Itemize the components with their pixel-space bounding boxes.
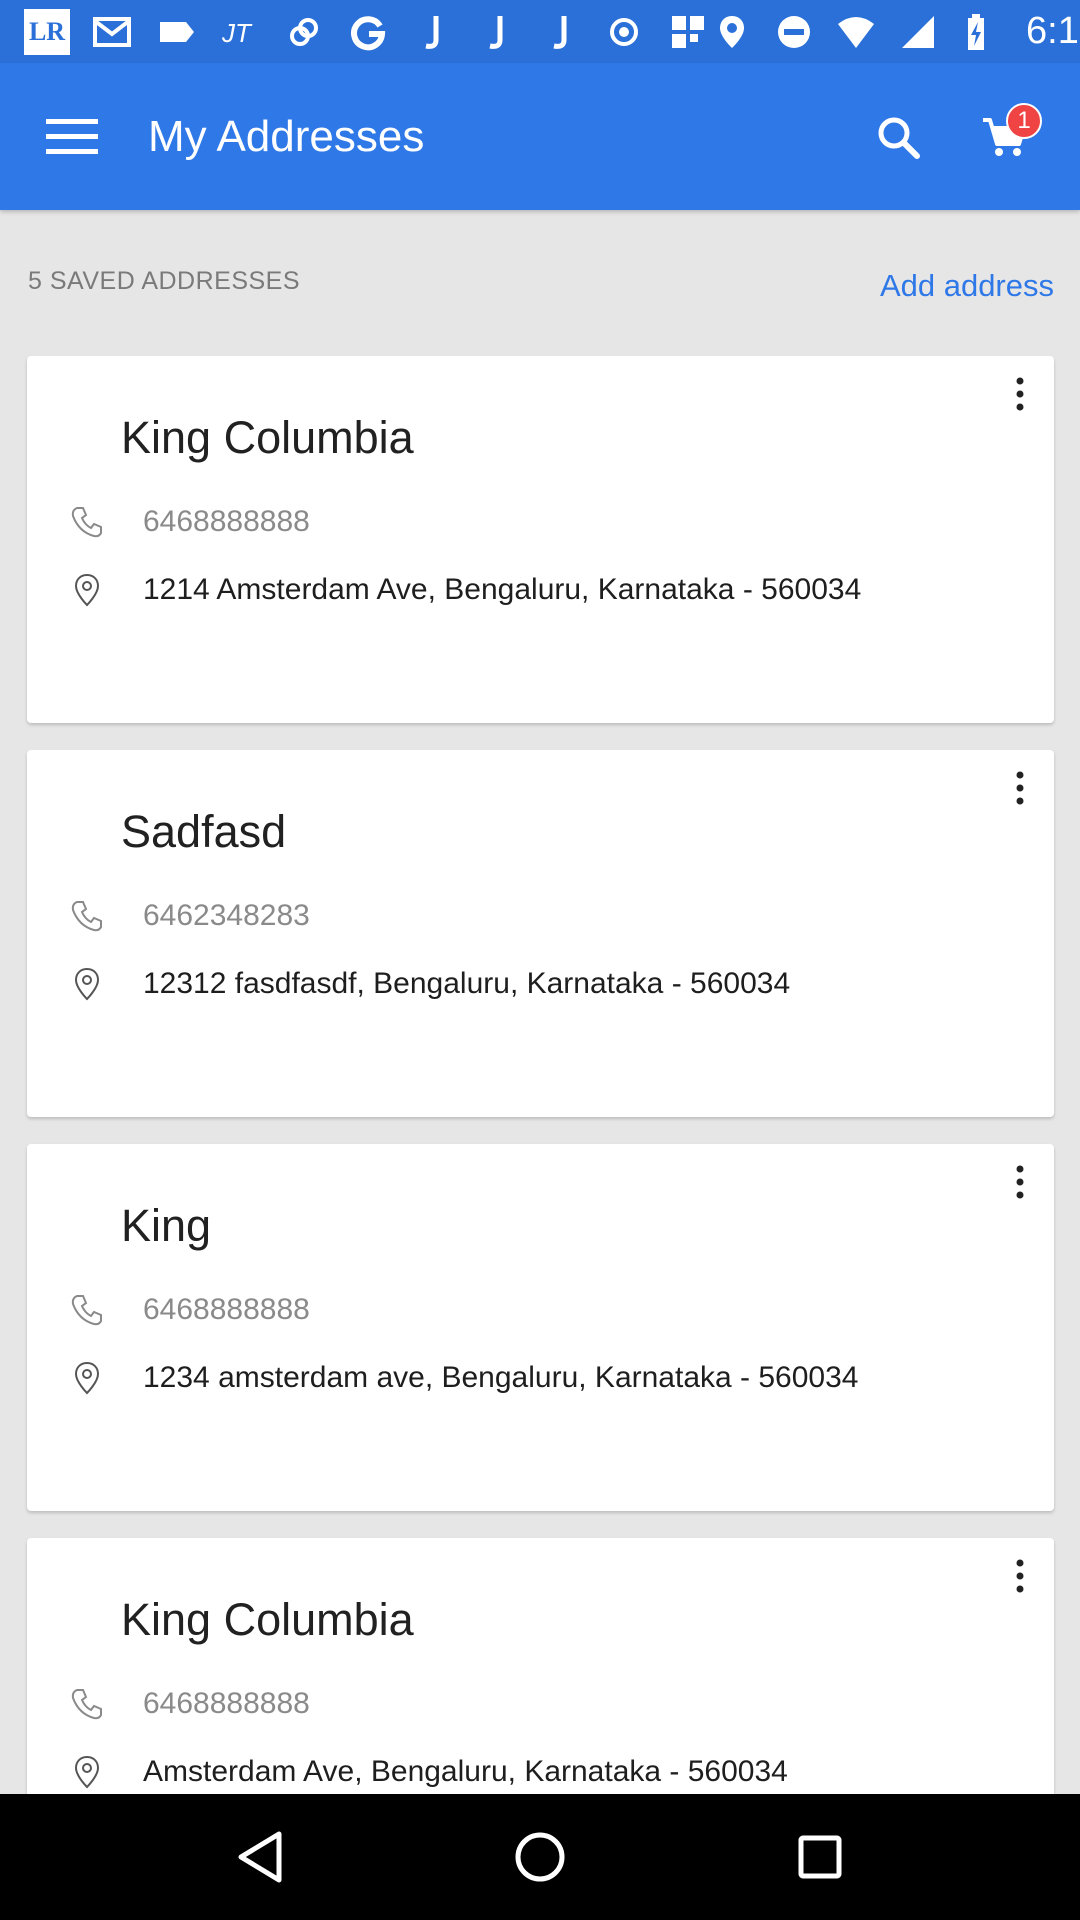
gmail-icon [90, 10, 134, 54]
addresses-header: 5 SAVED ADDRESSES Add address [0, 210, 1080, 356]
address-text: 12312 fasdfasdf, Bengaluru, Karnataka - … [143, 967, 791, 1000]
svg-text:JT: JT [221, 18, 253, 48]
location-pin-icon [67, 570, 107, 610]
card-overflow-menu-button[interactable] [996, 1548, 1044, 1604]
system-icons: 6:10 [710, 10, 1080, 54]
grid-icon [666, 10, 710, 54]
recents-icon [798, 1835, 842, 1879]
location-pin-icon [67, 964, 107, 1004]
location-icon [710, 10, 754, 54]
recents-button[interactable] [770, 1807, 870, 1907]
wifi-icon [834, 10, 878, 54]
jt-icon: JT [218, 10, 262, 54]
more-vertical-icon [1016, 771, 1024, 805]
record-icon [602, 10, 646, 54]
do-not-disturb-icon [772, 10, 816, 54]
card-overflow-menu-button[interactable] [996, 1154, 1044, 1210]
card-overflow-menu-button[interactable] [996, 366, 1044, 422]
address-phone: 6468888888 [143, 1687, 310, 1720]
lr-app-icon: LR [24, 8, 70, 55]
card-overflow-menu-button[interactable] [996, 760, 1044, 816]
app-bar: My Addresses 1 [0, 63, 1080, 210]
status-bar: LR JT 6:1 [0, 0, 1080, 63]
signal-icon [896, 10, 940, 54]
address-card[interactable]: King 6468888888 1234 amsterdam ave, Beng… [27, 1144, 1054, 1511]
address-text: 1234 amsterdam ave, Bengaluru, Karnataka… [143, 1361, 859, 1394]
address-phone: 6462348283 [143, 899, 310, 932]
address-name: King Columbia [121, 412, 414, 463]
add-address-link[interactable]: Add address [880, 268, 1054, 304]
more-vertical-icon [1016, 1559, 1024, 1593]
address-name: King [121, 1200, 212, 1251]
address-text: Amsterdam Ave, Bengaluru, Karnataka - 56… [143, 1755, 788, 1788]
phone-row: 6462348283 [67, 892, 310, 940]
address-card[interactable]: Sadfasd 6462348283 12312 fasdfasdf, Beng… [27, 750, 1054, 1117]
page-title: My Addresses [148, 111, 425, 161]
location-row: 1234 amsterdam ave, Bengaluru, Karnataka… [67, 1354, 858, 1402]
phone-icon [67, 1290, 107, 1330]
home-icon [515, 1832, 565, 1882]
home-button[interactable] [490, 1807, 590, 1907]
google-icon [346, 10, 390, 54]
battery-charging-icon [958, 10, 1002, 54]
address-text: 1214 Amsterdam Ave, Bengaluru, Karnataka… [143, 573, 862, 606]
j-icon [410, 10, 454, 54]
link-icon [282, 10, 326, 54]
address-phone: 6468888888 [143, 505, 310, 538]
location-pin-icon [67, 1752, 107, 1792]
address-phone: 6468888888 [143, 1293, 310, 1326]
cart-count-badge: 1 [1006, 102, 1042, 139]
hamburger-menu-icon [46, 118, 98, 154]
j-icon [538, 10, 582, 54]
location-row: Amsterdam Ave, Bengaluru, Karnataka - 56… [67, 1748, 788, 1796]
phone-row: 6468888888 [67, 1286, 310, 1334]
address-name: Sadfasd [121, 806, 287, 857]
phone-icon [67, 502, 107, 542]
search-icon [878, 117, 920, 159]
location-pin-icon [67, 1358, 107, 1398]
phone-icon [67, 1684, 107, 1724]
address-card[interactable]: King Columbia 6468888888 1214 Amsterdam … [27, 356, 1054, 723]
menu-button[interactable] [36, 101, 108, 173]
more-vertical-icon [1016, 1165, 1024, 1199]
more-vertical-icon [1016, 377, 1024, 411]
back-button[interactable] [210, 1807, 310, 1907]
location-row: 1214 Amsterdam Ave, Bengaluru, Karnataka… [67, 566, 861, 614]
search-button[interactable] [858, 97, 938, 177]
phone-row: 6468888888 [67, 498, 310, 546]
phone-row: 6468888888 [67, 1680, 310, 1728]
cart-button[interactable]: 1 [964, 97, 1044, 177]
saved-addresses-count: 5 SAVED ADDRESSES [28, 266, 301, 295]
j-icon [474, 10, 518, 54]
tag-icon [154, 10, 198, 54]
address-name: King Columbia [121, 1594, 414, 1645]
phone-icon [67, 896, 107, 936]
location-row: 12312 fasdfasdf, Bengaluru, Karnataka - … [67, 960, 790, 1008]
system-nav-bar [0, 1794, 1080, 1920]
notification-icons: LR JT [24, 8, 710, 55]
status-time: 6:10 [1026, 10, 1080, 52]
back-icon [238, 1831, 282, 1883]
